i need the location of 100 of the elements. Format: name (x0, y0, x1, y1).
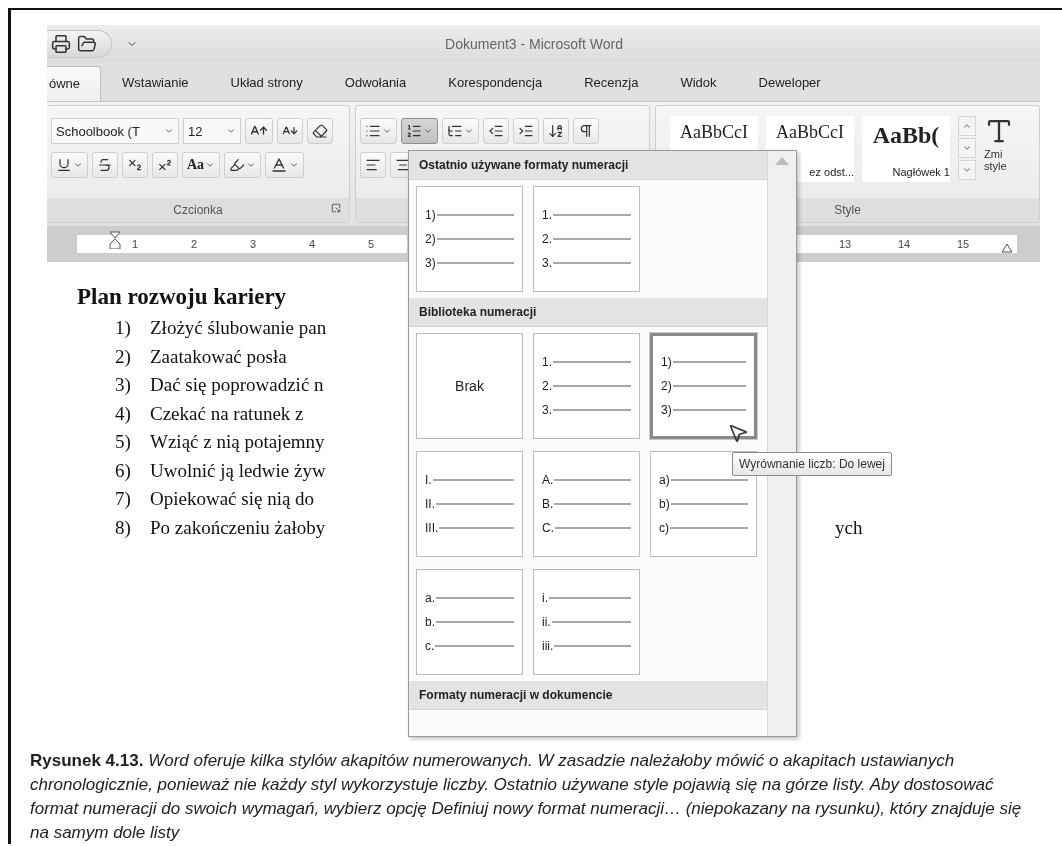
ruler-number: 2 (189, 238, 199, 250)
show-marks-button[interactable] (573, 118, 599, 144)
superscript-button[interactable] (152, 152, 178, 178)
caret-icon (205, 160, 216, 170)
number-marker: A. (542, 473, 554, 487)
ruler-number: 3 (248, 238, 258, 250)
numbering-button[interactable] (401, 118, 438, 144)
strikethrough-icon (97, 157, 113, 173)
ruler-number: 15 (955, 238, 971, 250)
subscript-button[interactable] (122, 152, 148, 178)
number-marker: II. (425, 497, 435, 511)
list-number: 2) (115, 344, 132, 369)
number-marker: III. (425, 521, 439, 535)
style-option[interactable]: AaBb( Nagłówek 1 (862, 116, 950, 182)
figure-caption: Rysunek 4.13. Word oferuje kilka stylów akapitów numerowanych. W zasadzie należałoby mówić o akapitach ustawianych chronologicznie, ponieważ nie każdy styl wykorzystuje liczby. Ostatnio używane style pojawią się na górze listy. Aby dostosować format numeracji do swoich wymagań, wybierz opcję Definiuj nowy format numeracji… (niepokazany na rysunku), który znajduje się na samym dole listy (30, 750, 1023, 844)
mouse-pointer-icon (727, 422, 749, 444)
list-number: 6) (115, 458, 132, 483)
pilcrow-icon (578, 123, 594, 139)
ribbon-tab[interactable]: Recenzja (563, 65, 660, 101)
sort-button[interactable] (543, 118, 569, 144)
list-item-text: Czekać na ratunek z (150, 401, 305, 426)
change-styles-button[interactable]: Zmi style (984, 116, 1022, 172)
numbering-option[interactable]: 1. 2. 3. (533, 333, 640, 439)
increase-indent-button[interactable] (513, 118, 539, 144)
highlight-button[interactable] (224, 152, 262, 178)
numbering-option[interactable]: 1) 2) 3) (416, 186, 523, 292)
document-heading: Plan rozwoju kariery (77, 284, 288, 310)
printer-icon (51, 34, 71, 54)
numbering-option[interactable]: 1. 2. 3. (533, 186, 640, 292)
superscript-icon (157, 157, 173, 173)
font-name-field[interactable]: Schoolbook (T (51, 118, 179, 144)
more-icon (962, 165, 972, 175)
dialog-launcher-icon (331, 203, 341, 213)
subscript-icon (127, 157, 143, 173)
sort-icon (548, 123, 564, 139)
number-marker: 1) (661, 355, 672, 369)
number-marker: 3. (542, 403, 552, 417)
list-item-text: Wziąć z nią potajemny (150, 430, 326, 454)
number-marker: a) (659, 473, 670, 487)
number-marker: b) (659, 497, 670, 511)
number-marker: c) (659, 521, 669, 535)
number-marker: b. (425, 615, 435, 629)
list-item-text: Zaatakować posła (150, 344, 288, 369)
list-number: 8) (115, 515, 132, 540)
number-marker: 2. (542, 379, 552, 393)
numbering-option[interactable]: 1) 2) 3) (650, 333, 757, 439)
number-marker: 3) (661, 403, 672, 417)
number-marker: i. (542, 591, 548, 605)
numbering-option[interactable]: Brak (416, 333, 523, 439)
number-marker: c. (425, 639, 435, 653)
numbering-option[interactable]: A. B. C. (533, 451, 640, 557)
number-marker: 2. (542, 232, 552, 246)
change-case-button[interactable]: Aa (182, 152, 221, 178)
ribbon-tab[interactable]: Wstawianie (101, 65, 210, 101)
list-number: 4) (115, 401, 132, 426)
align-left-button[interactable] (360, 152, 386, 178)
number-marker: a. (425, 591, 435, 605)
ruler-number: 14 (896, 238, 912, 250)
caret-icon (464, 126, 474, 136)
shrink-font-button[interactable] (277, 118, 303, 144)
bullets-button[interactable] (360, 118, 397, 144)
ribbon-tab[interactable]: Deweloper (737, 65, 842, 101)
strikethrough-button[interactable] (92, 152, 118, 178)
numbering-option[interactable]: a. b. c. (416, 569, 523, 675)
ribbon-tab[interactable]: Odwołania (323, 65, 428, 101)
number-marker: 1) (425, 208, 436, 222)
ribbon-tab[interactable]: Korespondencja (427, 65, 564, 101)
list-number: 1) (115, 316, 132, 340)
section-header: Biblioteka numeracji (409, 298, 767, 327)
caret-icon (246, 160, 257, 170)
ribbon-tab[interactable]: Układ strony (209, 65, 324, 101)
font-color-button[interactable] (265, 152, 305, 178)
clear-formatting-button[interactable] (307, 118, 333, 144)
number-marker: 2) (425, 232, 436, 246)
number-marker: I. (425, 473, 432, 487)
grow-font-button[interactable] (245, 118, 273, 144)
underline-button[interactable] (51, 152, 88, 178)
number-marker: 1. (542, 208, 552, 222)
ruler-number: 13 (837, 238, 853, 250)
eraser-icon (312, 123, 328, 139)
multilevel-list-button[interactable] (442, 118, 479, 144)
chevron-down-icon (962, 143, 972, 153)
numbering-option[interactable]: I. II. III. (416, 451, 523, 557)
caret-icon (423, 126, 433, 136)
decrease-indent-button[interactable] (483, 118, 509, 144)
ribbon-tab[interactable]: ówne (47, 66, 102, 101)
bullet-list-icon (365, 123, 381, 139)
chevron-up-icon (962, 121, 972, 131)
list-number: 5) (115, 430, 132, 454)
window-title: Dokument3 - Microsoft Word (444, 36, 624, 52)
multilevel-list-icon (447, 123, 463, 139)
increase-indent-icon (518, 123, 534, 139)
numbering-option[interactable]: i. ii. iii. (533, 569, 640, 675)
folder-icon (77, 34, 97, 54)
list-item-text: ych (835, 515, 863, 540)
ruler-number: 5 (366, 238, 376, 250)
ribbon-tab[interactable]: Widok (659, 65, 738, 101)
number-marker: 3) (425, 256, 436, 270)
font-size-field[interactable]: 12 (183, 118, 241, 144)
caret-icon (73, 160, 83, 170)
